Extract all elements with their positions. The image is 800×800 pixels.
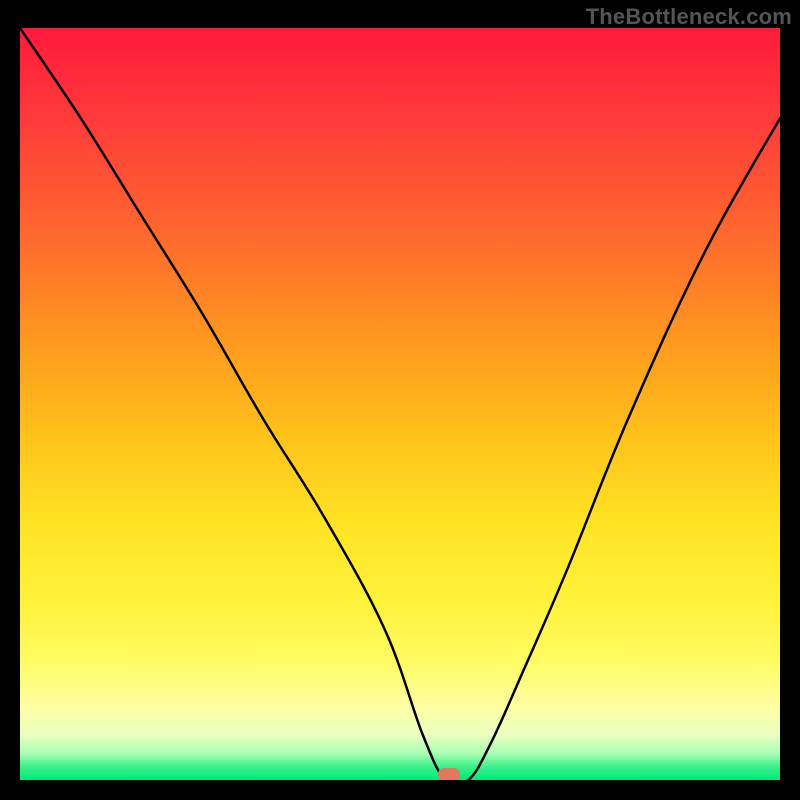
bottleneck-curve xyxy=(20,28,780,780)
plot-area xyxy=(20,28,780,780)
watermark-text: TheBottleneck.com xyxy=(586,4,792,30)
chart-frame: TheBottleneck.com xyxy=(0,0,800,800)
minimum-marker xyxy=(438,768,460,780)
